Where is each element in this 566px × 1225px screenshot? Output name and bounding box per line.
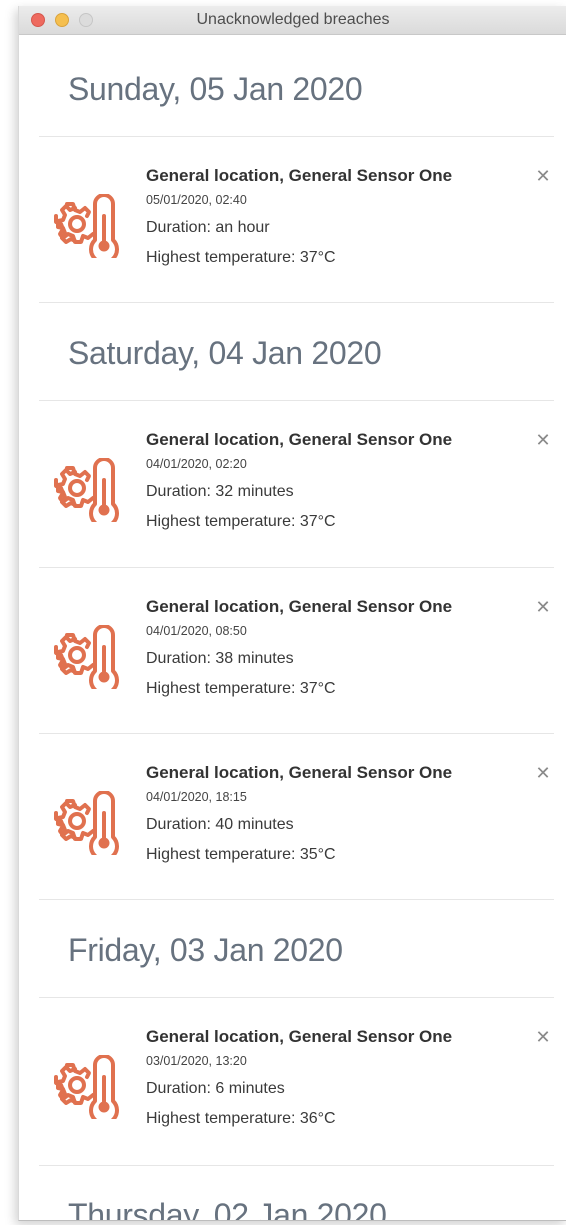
breach-highest-temperature: Highest temperature: 37°C	[146, 249, 336, 266]
dismiss-breach-button[interactable]: ✕	[534, 430, 552, 450]
dismiss-breach-button[interactable]: ✕	[534, 763, 552, 783]
breach-highest-temperature: Highest temperature: 37°C	[146, 680, 336, 697]
breach-timestamp: 04/01/2020, 08:50	[146, 624, 247, 638]
dismiss-breach-button[interactable]: ✕	[534, 597, 552, 617]
breach-timestamp: 04/01/2020, 02:20	[146, 457, 247, 471]
breach-entry[interactable]: General location, General Sensor One 03/…	[19, 1027, 566, 1167]
divider	[39, 567, 554, 568]
breach-title: General location, General Sensor One	[146, 1027, 453, 1046]
breach-duration: Duration: an hour	[146, 219, 270, 236]
breach-entry[interactable]: General location, General Sensor One 04/…	[19, 763, 566, 903]
dismiss-breach-button[interactable]: ✕	[534, 1027, 552, 1047]
breaches-window: Unacknowledged breaches Sunday, 05 Jan 2…	[18, 6, 566, 1221]
divider	[39, 1165, 554, 1166]
breach-duration: Duration: 40 minutes	[146, 816, 294, 833]
breach-highest-temperature: Highest temperature: 35°C	[146, 846, 336, 863]
breach-entry[interactable]: General location, General Sensor One 04/…	[19, 597, 566, 737]
gear-thermometer-icon	[53, 1055, 127, 1119]
divider	[39, 899, 554, 900]
divider	[39, 400, 554, 401]
breach-timestamp: 05/01/2020, 02:40	[146, 193, 247, 207]
divider	[39, 733, 554, 734]
divider	[39, 302, 554, 303]
gear-thermometer-icon	[53, 458, 127, 522]
divider	[39, 136, 554, 137]
gear-thermometer-icon	[53, 194, 127, 258]
day-heading: Saturday, 04 Jan 2020	[68, 335, 382, 371]
dismiss-breach-button[interactable]: ✕	[534, 166, 552, 186]
divider	[39, 997, 554, 998]
breach-title: General location, General Sensor One	[146, 166, 453, 185]
breach-timestamp: 03/01/2020, 13:20	[146, 1054, 247, 1068]
breach-duration: Duration: 6 minutes	[146, 1080, 285, 1097]
gear-thermometer-icon	[53, 791, 127, 855]
breach-timestamp: 04/01/2020, 18:15	[146, 790, 247, 804]
breach-duration: Duration: 32 minutes	[146, 483, 294, 500]
day-heading: Friday, 03 Jan 2020	[68, 932, 343, 968]
title-bar[interactable]: Unacknowledged breaches	[19, 6, 566, 35]
breach-title: General location, General Sensor One	[146, 597, 453, 616]
breach-list: Sunday, 05 Jan 2020 General location, Ge…	[19, 35, 566, 1220]
gear-thermometer-icon	[53, 625, 127, 689]
breach-entry[interactable]: General location, General Sensor One 05/…	[19, 166, 566, 306]
breach-highest-temperature: Highest temperature: 37°C	[146, 513, 336, 530]
day-heading: Thursday, 02 Jan 2020	[68, 1197, 387, 1220]
window-title: Unacknowledged breaches	[196, 11, 390, 28]
breach-duration: Duration: 38 minutes	[146, 650, 294, 667]
breach-title: General location, General Sensor One	[146, 430, 453, 449]
breach-highest-temperature: Highest temperature: 36°C	[146, 1110, 336, 1127]
day-heading: Sunday, 05 Jan 2020	[68, 71, 363, 107]
breach-title: General location, General Sensor One	[146, 763, 453, 782]
breach-entry[interactable]: General location, General Sensor One 04/…	[19, 430, 566, 570]
